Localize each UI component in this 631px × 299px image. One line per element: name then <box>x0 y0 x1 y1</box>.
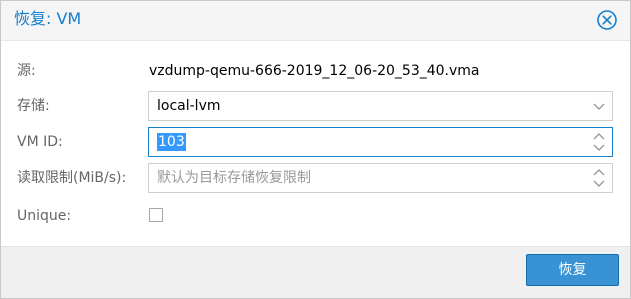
read-limit-row: 读取限制(MiB/s): 默认为目标存储恢复限制 <box>1 163 630 193</box>
restore-dialog: 恢复: VM 源: vzdump-qemu-666-2019_12_06-20_… <box>0 0 631 299</box>
storage-label: 存储: <box>17 98 50 114</box>
spinner-icon[interactable] <box>586 128 612 156</box>
source-row: 源: vzdump-qemu-666-2019_12_06-20_53_40.v… <box>1 56 630 86</box>
vmid-label: VM ID: <box>17 134 63 150</box>
read-limit-placeholder: 默认为目标存储恢复限制 <box>157 170 311 186</box>
vmid-input-value: 103 <box>157 133 186 151</box>
read-limit-input[interactable]: 默认为目标存储恢复限制 <box>148 163 613 193</box>
chevron-down-icon[interactable] <box>586 92 612 120</box>
storage-row: 存储: local-lvm <box>1 91 630 121</box>
dialog-titlebar: 恢复: VM <box>1 1 630 41</box>
dialog-footer: 恢复 <box>1 246 630 298</box>
source-label: 源: <box>17 63 36 79</box>
unique-checkbox[interactable] <box>149 208 163 222</box>
storage-select[interactable]: local-lvm <box>148 91 613 121</box>
spinner-icon[interactable] <box>586 164 612 192</box>
dialog-title: 恢复: VM <box>14 9 82 28</box>
read-limit-label: 读取限制(MiB/s): <box>17 170 127 186</box>
vmid-input[interactable]: 103 <box>148 127 613 157</box>
source-value: vzdump-qemu-666-2019_12_06-20_53_40.vma <box>149 63 480 79</box>
storage-select-value: local-lvm <box>157 98 221 114</box>
restore-button[interactable]: 恢复 <box>526 254 619 286</box>
unique-row: Unique: <box>1 201 630 231</box>
unique-label: Unique: <box>17 208 72 224</box>
close-icon[interactable] <box>596 9 618 31</box>
vmid-row: VM ID: 103 <box>1 127 630 157</box>
